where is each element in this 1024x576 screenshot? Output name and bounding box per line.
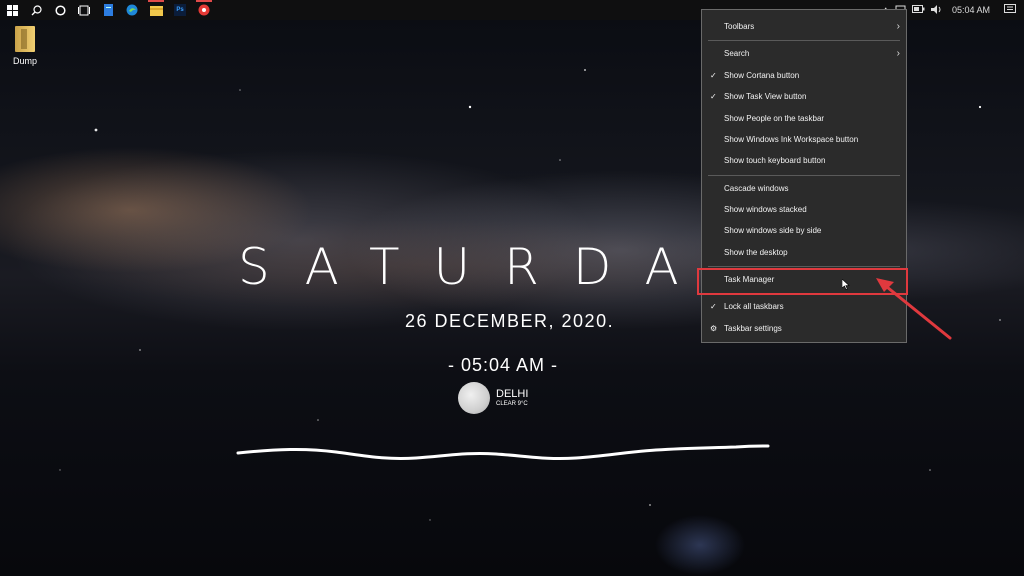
checkmark-icon: ✓ xyxy=(710,71,717,80)
gear-icon: ⚙ xyxy=(710,324,718,333)
menu-item-cascade-windows[interactable]: Cascade windows xyxy=(702,178,906,199)
menu-item-label: Toolbars xyxy=(724,22,755,31)
desktop-icon-dump[interactable]: Dump xyxy=(8,26,42,66)
menu-item-label: Search xyxy=(724,49,750,58)
taskbar-clock[interactable]: 05:04 AM xyxy=(952,5,990,15)
cortana-icon[interactable] xyxy=(48,0,72,20)
time-text: - 05:04 AM - xyxy=(448,355,559,375)
menu-separator xyxy=(708,266,900,267)
menu-separator xyxy=(708,175,900,176)
chevron-right-icon: › xyxy=(896,21,900,32)
file-explorer-icon[interactable] xyxy=(144,0,168,20)
menu-item-show-people[interactable]: Show People on the taskbar xyxy=(702,108,906,129)
photoshop-icon[interactable]: Ps xyxy=(168,0,192,20)
weather-widget: DELHI CLEAR 9°C xyxy=(458,382,528,414)
checkmark-icon: ✓ xyxy=(710,302,717,311)
menu-item-label: Cascade windows xyxy=(724,184,789,193)
day-of-week-text: SATURDA xyxy=(238,238,713,296)
battery-icon[interactable] xyxy=(911,5,925,15)
weather-city: DELHI xyxy=(496,387,529,400)
menu-item-label: Show the desktop xyxy=(724,248,788,257)
menu-item-side-by-side[interactable]: Show windows side by side xyxy=(702,220,906,241)
date-text: 26 DECEMBER, 2020. xyxy=(405,311,615,331)
windows-start-icon[interactable] xyxy=(0,0,24,20)
edge-icon[interactable] xyxy=(120,0,144,20)
menu-item-label: Show windows side by side xyxy=(724,226,822,235)
menu-item-search[interactable]: Search › xyxy=(702,43,906,64)
action-center-icon[interactable] xyxy=(1004,4,1016,16)
annotation-arrow-icon xyxy=(876,278,952,340)
menu-item-show-touch-keyboard[interactable]: Show touch keyboard button xyxy=(702,150,906,171)
chevron-right-icon: › xyxy=(896,48,900,59)
menu-item-label: Show Windows Ink Workspace button xyxy=(724,135,859,144)
volume-icon[interactable] xyxy=(930,4,942,16)
menu-item-label: Lock all taskbars xyxy=(724,302,784,311)
checkmark-icon: ✓ xyxy=(710,92,717,101)
menu-item-show-cortana-button[interactable]: ✓ Show Cortana button xyxy=(702,65,906,86)
search-icon[interactable] xyxy=(24,0,48,20)
menu-item-show-ink-workspace[interactable]: Show Windows Ink Workspace button xyxy=(702,129,906,150)
menu-item-show-desktop[interactable]: Show the desktop xyxy=(702,242,906,263)
menu-item-windows-stacked[interactable]: Show windows stacked xyxy=(702,199,906,220)
file-icon[interactable] xyxy=(96,0,120,20)
menu-item-show-task-view-button[interactable]: ✓ Show Task View button xyxy=(702,86,906,107)
folder-icon xyxy=(15,26,35,52)
media-player-icon[interactable] xyxy=(192,0,216,20)
mouse-cursor-icon xyxy=(841,278,850,292)
task-view-icon[interactable] xyxy=(72,0,96,20)
menu-separator xyxy=(708,40,900,41)
moon-icon xyxy=(458,382,490,414)
menu-item-label: Show People on the taskbar xyxy=(724,114,825,123)
menu-item-label: Show windows stacked xyxy=(724,205,807,214)
weather-condition: CLEAR 9°C xyxy=(496,400,528,407)
menu-item-label: Taskbar settings xyxy=(724,324,782,333)
audio-wave-line xyxy=(236,444,770,461)
menu-item-label: Show touch keyboard button xyxy=(724,156,826,165)
menu-item-toolbars[interactable]: Toolbars › xyxy=(702,16,906,37)
desktop-icon-label: Dump xyxy=(12,56,37,66)
photoshop-label: Ps xyxy=(174,4,186,16)
menu-item-label: Show Cortana button xyxy=(724,71,800,80)
menu-item-label: Show Task View button xyxy=(724,92,807,101)
